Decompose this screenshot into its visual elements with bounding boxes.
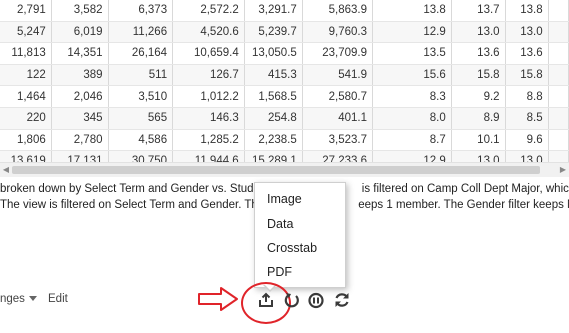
table-cell: 13.0	[451, 21, 506, 44]
table-row: 220 345 565 146.3 254.8 401.1 8.0 8.9 8.5	[0, 107, 569, 130]
table-cell: 9.2	[451, 85, 506, 108]
table-cell: 8.8	[505, 85, 549, 108]
table-cell: 389	[51, 64, 109, 87]
table-cell: 1,012.2	[172, 85, 245, 108]
table-cell-overflow	[548, 21, 569, 44]
table-row: 122 389 511 126.7 415.3 541.9 15.6 15.8 15.8	[0, 64, 569, 87]
edit-button[interactable]: Edit	[48, 293, 68, 305]
table-cell: 2,580.7	[302, 85, 373, 108]
table-cell: 1,464	[0, 85, 52, 108]
export-icon[interactable]	[257, 291, 275, 309]
table-row: 5,247 6,019 11,266 4,520.6 5,239.7 9,760.3 12.…	[0, 21, 569, 44]
table-cell: 565	[108, 107, 174, 130]
crosstab-grid: 2,791 3,582 6,373 2,572.2 3,291.7 5,863.9 13.8…	[0, 0, 569, 165]
changes-dropdown[interactable]: nges	[0, 293, 37, 305]
table-cell-overflow	[548, 0, 569, 22]
table-cell: 12.9	[372, 21, 452, 44]
table-cell: 9,760.3	[302, 21, 373, 44]
table-cell: 11,266	[108, 21, 174, 44]
table-cell: 15.6	[372, 64, 452, 87]
table-row: 1,464 2,046 3,510 1,012.2 1,568.5 2,580.7 8.3 9…	[0, 85, 569, 108]
table-cell: 401.1	[302, 107, 373, 130]
table-cell-overflow	[548, 85, 569, 108]
table-cell: 6,019	[51, 21, 109, 44]
annotation-arrow-icon	[198, 287, 238, 311]
table-cell: 2,572.2	[172, 0, 245, 22]
table-cell: 13.6	[451, 42, 506, 65]
table-row: 1,806 2,780 4,586 1,285.2 2,238.5 3,523.7 8.7 1…	[0, 129, 569, 152]
horizontal-scrollbar[interactable]: ◀ ▶	[0, 162, 569, 177]
table-cell: 3,510	[108, 85, 174, 108]
table-cell: 14,351	[51, 42, 109, 65]
table-cell: 13.7	[451, 0, 506, 22]
scrollbar-thumb[interactable]	[12, 166, 540, 174]
table-cell: 2,046	[51, 85, 109, 108]
table-cell: 2,238.5	[244, 129, 303, 152]
table-row: 2,791 3,582 6,373 2,572.2 3,291.7 5,863.9 13.8…	[0, 0, 569, 22]
table-cell: 3,291.7	[244, 0, 303, 22]
table-cell: 13.0	[505, 21, 549, 44]
menu-item-crosstab[interactable]: Crosstab	[267, 241, 317, 255]
table-cell: 1,806	[0, 129, 52, 152]
table-cell: 26,164	[108, 42, 174, 65]
table-cell: 5,247	[0, 21, 52, 44]
table-cell: 8.9	[451, 107, 506, 130]
table-cell: 415.3	[244, 64, 303, 87]
table-cell: 1,285.2	[172, 129, 245, 152]
table-cell: 10.1	[451, 129, 506, 152]
table-row: 11,813 14,351 26,164 10,659.4 13,050.5 23,709…	[0, 42, 569, 65]
table-cell: 13.5	[372, 42, 452, 65]
table-cell: 8.7	[372, 129, 452, 152]
table-cell-overflow	[548, 42, 569, 65]
table-cell: 2,780	[51, 129, 109, 152]
table-cell: 3,582	[51, 0, 109, 22]
menu-item-data[interactable]: Data	[267, 217, 293, 231]
table-cell: 2,791	[0, 0, 52, 22]
table-cell: 4,520.6	[172, 21, 245, 44]
table-cell: 254.8	[244, 107, 303, 130]
pause-icon[interactable]	[308, 291, 324, 309]
table-cell: 6,373	[108, 0, 174, 22]
table-cell: 511	[108, 64, 174, 87]
table-cell: 13.8	[372, 0, 452, 22]
table-cell: 15.8	[505, 64, 549, 87]
table-cell: 541.9	[302, 64, 373, 87]
table-cell: 8.0	[372, 107, 452, 130]
table-cell: 345	[51, 107, 109, 130]
table-cell: 8.5	[505, 107, 549, 130]
table-cell: 146.3	[172, 107, 245, 130]
table-cell: 13.8	[505, 0, 549, 22]
chevron-down-icon	[28, 296, 37, 302]
menu-item-image[interactable]: Image	[267, 192, 302, 206]
table-cell: 5,239.7	[244, 21, 303, 44]
table-cell: 8.3	[372, 85, 452, 108]
table-cell: 220	[0, 107, 52, 130]
table-cell: 4,586	[108, 129, 174, 152]
scroll-left-icon[interactable]: ◀	[1, 165, 11, 175]
table-cell: 13,050.5	[244, 42, 303, 65]
table-cell: 10,659.4	[172, 42, 245, 65]
table-cell: 1,568.5	[244, 85, 303, 108]
table-cell: 126.7	[172, 64, 245, 87]
download-menu: Image Data Crosstab PDF	[254, 182, 346, 288]
revert-icon[interactable]	[284, 291, 300, 309]
scroll-right-icon[interactable]: ▶	[558, 165, 568, 175]
table-cell-overflow	[548, 107, 569, 130]
table-cell-overflow	[548, 64, 569, 87]
table-cell: 5,863.9	[302, 0, 373, 22]
table-cell: 11,813	[0, 42, 52, 65]
data-table: 2,791 3,582 6,373 2,572.2 3,291.7 5,863.9 13.8…	[0, 0, 569, 165]
table-cell: 23,709.9	[302, 42, 373, 65]
table-cell: 122	[0, 64, 52, 87]
table-cell: 3,523.7	[302, 129, 373, 152]
table-cell-overflow	[548, 129, 569, 152]
refresh-icon[interactable]	[333, 291, 351, 309]
menu-item-pdf[interactable]: PDF	[267, 265, 292, 279]
table-cell: 9.6	[505, 129, 549, 152]
table-cell: 15.8	[451, 64, 506, 87]
table-cell: 13.6	[505, 42, 549, 65]
